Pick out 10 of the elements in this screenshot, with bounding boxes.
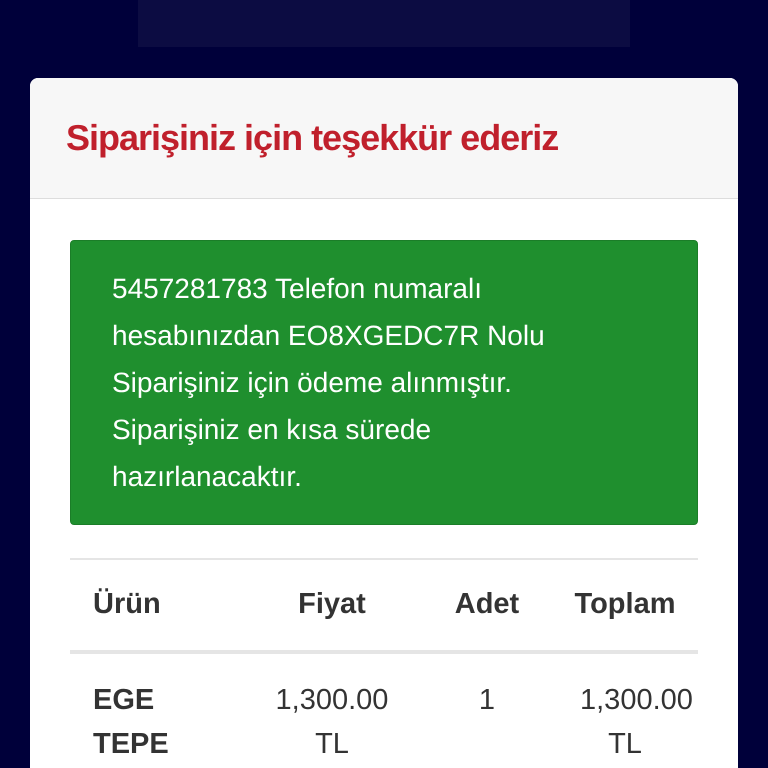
column-header: Ürün — [92, 587, 162, 622]
table-cell-text: 1,300.00 TL — [274, 683, 390, 762]
table-cell-text: 1 — [478, 683, 496, 718]
card-title: Siparişiniz için teşekkür ederiz — [66, 116, 558, 160]
column-header: Adet — [454, 587, 520, 622]
success-alert: 5457281783 Telefon numaralı hesabınızdan EO8XGEDC7R Nolu Siparişiniz için ödeme alınmıştır. Siparişiniz en kısa sürede hazırlanacaktır. — [70, 240, 698, 525]
table-cell-text: EGE TEPE — [92, 683, 170, 762]
table-cell-text: 1,300.00 TL — [579, 683, 694, 762]
column-header: Fiyat — [297, 587, 367, 622]
column-header: Toplam — [574, 587, 676, 622]
